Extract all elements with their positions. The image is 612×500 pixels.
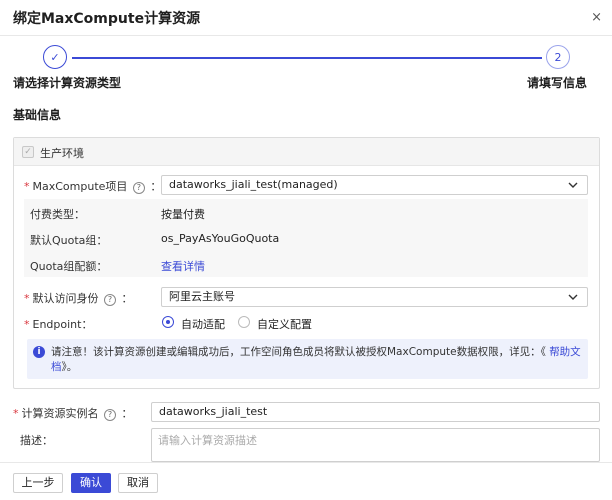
instance-name-input[interactable]: dataworks_jiali_test [151, 402, 600, 422]
help-icon[interactable]: ? [104, 294, 116, 306]
project-select-value: dataworks_jiali_test(managed) [169, 178, 338, 191]
step-1-check-icon: ✓ [43, 45, 67, 69]
project-label: * MaxCompute项目 ? ： [24, 180, 162, 194]
quota-group-label: 默认Quota组： [30, 234, 108, 247]
identity-select[interactable]: 阿里云主账号 [161, 287, 588, 307]
quota-config-label: Quota组配额： [30, 260, 108, 273]
stepper: ✓ 2 请选择计算资源类型 请填写信息 [0, 36, 612, 96]
quota-group-value: os_PayAsYouGoQuota [161, 232, 280, 245]
close-icon[interactable]: × [591, 9, 602, 27]
notice-text: 请注意！该计算资源创建或编辑成功后，工作空间角色成员将默认被授权MaxCompu… [51, 346, 581, 373]
quota-details-link[interactable]: 查看详情 [161, 258, 205, 274]
endpoint-auto-label: 自动适配 [181, 318, 225, 331]
prev-step-button[interactable]: 上一步 [13, 473, 63, 493]
endpoint-auto-radio[interactable] [162, 316, 174, 328]
endpoint-label: * Endpoint： [24, 318, 93, 331]
step-1-label: 请选择计算资源类型 [13, 76, 122, 90]
instance-name-label: * 计算资源实例名 ? ： [13, 407, 133, 421]
help-icon[interactable]: ? [104, 409, 116, 421]
chevron-down-icon [568, 294, 578, 300]
step-2-label: 请填写信息 [526, 76, 587, 90]
endpoint-custom-radio[interactable] [238, 316, 250, 328]
panel-header: ✓ 生产环境 [14, 138, 599, 166]
quota-info-area [24, 199, 588, 277]
dialog-title: 绑定MaxCompute计算资源 [13, 11, 201, 27]
step-2-indicator: 2 [546, 45, 570, 69]
confirm-button[interactable]: 确认 [71, 473, 111, 493]
identity-label: * 默认访问身份 ? ： [24, 292, 133, 306]
production-env-checkbox[interactable]: ✓ [22, 146, 34, 158]
section-title: 基础信息 [13, 108, 62, 122]
pay-type-value: 按量付费 [161, 208, 205, 221]
pay-type-label: 付费类型： [30, 208, 85, 221]
endpoint-custom-label: 自定义配置 [257, 318, 312, 331]
help-icon[interactable]: ? [132, 182, 145, 194]
step-connector [72, 57, 542, 59]
description-textarea[interactable]: 请输入计算资源描述 [151, 428, 600, 462]
project-select[interactable]: dataworks_jiali_test(managed) [161, 175, 588, 195]
chevron-down-icon [568, 182, 578, 188]
permission-notice: i 请注意！该计算资源创建或编辑成功后，工作空间角色成员将默认被授权MaxCom… [27, 339, 588, 379]
production-env-label: 生产环境 [40, 147, 84, 160]
cancel-button[interactable]: 取消 [118, 473, 158, 493]
info-icon: i [33, 346, 45, 358]
identity-select-value: 阿里云主账号 [169, 290, 235, 303]
description-label: 描述： [20, 434, 53, 447]
dialog-header: 绑定MaxCompute计算资源 × [0, 0, 612, 36]
dialog-footer: 上一步 确认 取消 [0, 462, 612, 500]
